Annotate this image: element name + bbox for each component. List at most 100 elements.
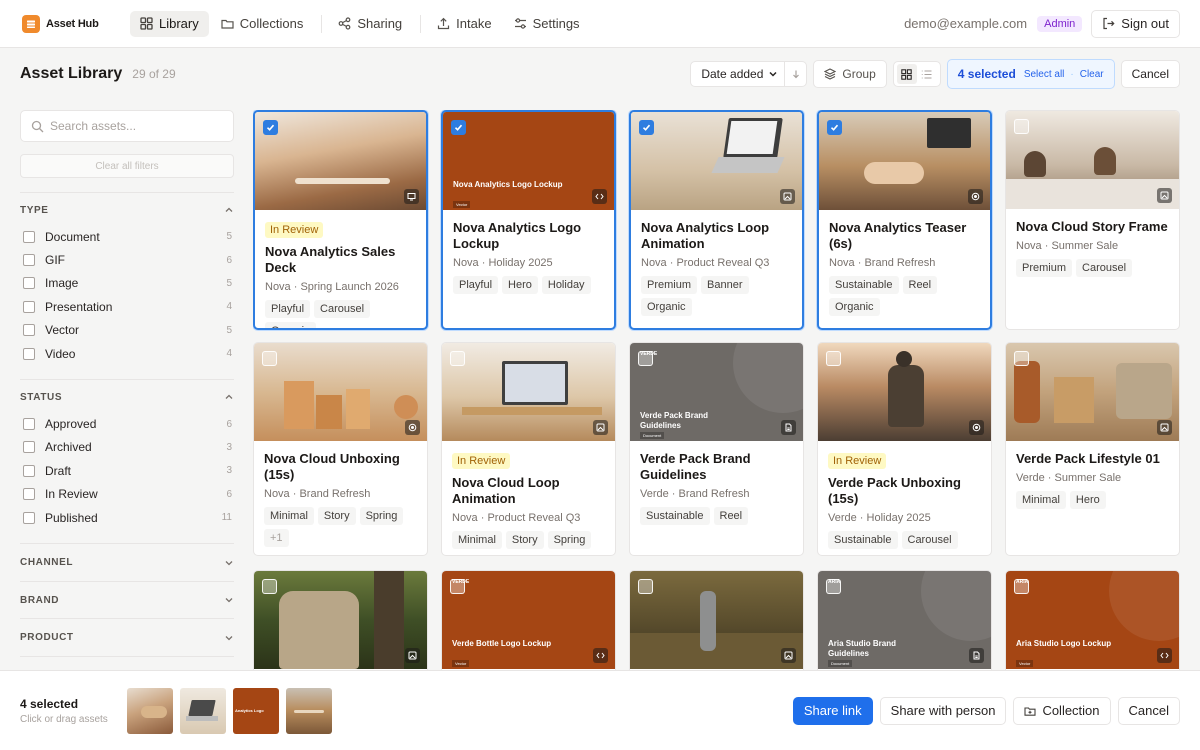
sort-select[interactable]: Date added bbox=[691, 67, 784, 81]
filter-option-in-review[interactable]: In Review 6 bbox=[20, 483, 234, 506]
nav-settings[interactable]: Settings bbox=[504, 11, 590, 37]
separator-dot: · bbox=[1070, 68, 1074, 80]
asset-card[interactable] bbox=[629, 570, 804, 670]
asset-meta: Verde · Holiday 2025 bbox=[828, 512, 931, 524]
filter-option-draft[interactable]: Draft 3 bbox=[20, 459, 234, 482]
select-checkbox[interactable] bbox=[638, 351, 653, 366]
tag: Organic bbox=[265, 322, 316, 328]
nav-intake[interactable]: Intake bbox=[427, 11, 501, 37]
asset-title: Nova Analytics Logo Lockup bbox=[453, 220, 582, 251]
app-logo[interactable]: Asset Hub bbox=[22, 14, 130, 33]
tray-thumbnail[interactable] bbox=[286, 687, 332, 734]
filter-section-header[interactable]: STATUS bbox=[20, 382, 234, 412]
filter-checkbox[interactable] bbox=[23, 254, 35, 267]
filter-option-archived[interactable]: Archived 3 bbox=[20, 436, 234, 459]
select-checkbox[interactable] bbox=[638, 579, 653, 594]
asset-card[interactable] bbox=[253, 570, 428, 670]
asset-card[interactable]: ANova Analytics Logo LockupVectorNova An… bbox=[441, 110, 616, 330]
select-checkbox[interactable] bbox=[262, 579, 277, 594]
selected-count: 4 selected bbox=[957, 67, 1016, 81]
asset-card[interactable]: VERDE Verde Bottle Logo Lockup Vector bbox=[441, 570, 616, 670]
nav-divider bbox=[321, 14, 323, 33]
list-view-button[interactable] bbox=[917, 64, 937, 84]
top-nav-bar: Asset Hub Library Collections Sharing In… bbox=[0, 0, 1200, 48]
asset-meta: Nova · Brand Refresh bbox=[264, 488, 371, 500]
select-checkbox[interactable] bbox=[826, 579, 841, 594]
filter-checkbox[interactable] bbox=[23, 418, 35, 431]
nav-collections[interactable]: Collections bbox=[211, 11, 314, 37]
filter-section-product[interactable]: PRODUCT bbox=[20, 618, 234, 656]
add-to-collection-button[interactable]: Collection bbox=[1013, 696, 1111, 725]
asset-card[interactable]: ARIA Aria Studio Brand Guidelines Document bbox=[817, 570, 992, 670]
asset-card[interactable]: VERDE Verde Pack Brand Guidelines Document… bbox=[629, 342, 804, 556]
cancel-selection-button[interactable]: Cancel bbox=[1120, 60, 1180, 88]
asset-card[interactable]: Nova Analytics Loop Animation Nova · Prod… bbox=[629, 110, 804, 330]
filter-option-approved[interactable]: Approved 6 bbox=[20, 412, 234, 435]
asset-card-body: Verde Pack Brand Guidelines Verde · Brand… bbox=[630, 441, 803, 533]
filter-option-presentation[interactable]: Presentation 4 bbox=[20, 295, 234, 318]
asset-card[interactable]: Nova Analytics Teaser (6s) Nova · Brand R… bbox=[817, 110, 992, 330]
tray-thumbnail[interactable] bbox=[180, 687, 226, 734]
select-checkbox[interactable] bbox=[827, 120, 842, 135]
filter-checkbox[interactable] bbox=[23, 464, 35, 477]
nav-divider bbox=[420, 14, 422, 33]
collection-label: Collection bbox=[1042, 703, 1100, 718]
select-checkbox[interactable] bbox=[1014, 119, 1029, 134]
sign-out-button[interactable]: Sign out bbox=[1091, 9, 1180, 38]
filter-checkbox[interactable] bbox=[23, 300, 35, 313]
select-checkbox[interactable] bbox=[1014, 351, 1029, 366]
filter-option-gif[interactable]: GIF 6 bbox=[20, 248, 234, 271]
tray-thumbnail[interactable] bbox=[127, 687, 173, 734]
sign-out-icon bbox=[1103, 17, 1115, 30]
select-checkbox[interactable] bbox=[451, 120, 466, 135]
tag: Story bbox=[505, 531, 544, 549]
select-all-link[interactable]: Select all bbox=[1024, 69, 1065, 80]
asset-card[interactable]: In Review Verde Pack Unboxing (15s) Verde … bbox=[817, 342, 992, 556]
app-name: Asset Hub bbox=[46, 17, 99, 30]
filter-option-label: Document bbox=[45, 229, 100, 244]
select-checkbox[interactable] bbox=[450, 579, 465, 594]
tray-cancel-button[interactable]: Cancel bbox=[1117, 696, 1180, 725]
search-input[interactable] bbox=[50, 119, 210, 133]
filter-checkbox[interactable] bbox=[23, 347, 35, 360]
asset-card[interactable]: Nova Cloud Unboxing (15s) Nova · Brand Re… bbox=[253, 342, 428, 556]
nav-sharing[interactable]: Sharing bbox=[328, 11, 412, 37]
filter-section-header[interactable]: TYPE bbox=[20, 195, 234, 225]
asset-card[interactable]: ARIA Aria Studio Logo Lockup Vector bbox=[1005, 570, 1180, 670]
filter-section-project[interactable]: PROJECT bbox=[20, 655, 234, 670]
filter-checkbox[interactable] bbox=[23, 230, 35, 243]
nav-library[interactable]: Library bbox=[130, 10, 209, 37]
asset-card[interactable]: Nova Cloud Story Frame Nova · Summer Sale… bbox=[1005, 110, 1180, 330]
select-checkbox[interactable] bbox=[1014, 579, 1029, 594]
filter-section-channel[interactable]: CHANNEL bbox=[20, 543, 234, 581]
filter-checkbox[interactable] bbox=[23, 277, 35, 290]
filter-section-brand[interactable]: BRAND bbox=[20, 580, 234, 619]
select-checkbox[interactable] bbox=[263, 120, 278, 135]
tray-thumbnail[interactable]: Analytics Logo bbox=[233, 687, 279, 734]
filter-checkbox[interactable] bbox=[23, 441, 35, 454]
filter-option-vector[interactable]: Vector 5 bbox=[20, 319, 234, 342]
clear-filters-button[interactable]: Clear all filters bbox=[20, 154, 234, 178]
filter-option-video[interactable]: Video 4 bbox=[20, 342, 234, 365]
filter-checkbox[interactable] bbox=[23, 511, 35, 524]
filter-option-image[interactable]: Image 5 bbox=[20, 272, 234, 295]
select-checkbox[interactable] bbox=[262, 351, 277, 366]
filter-checkbox[interactable] bbox=[23, 488, 35, 501]
filter-option-document[interactable]: Document 5 bbox=[20, 225, 234, 248]
asset-card[interactable]: In Review Nova Cloud Loop Animation Nova ·… bbox=[441, 342, 616, 556]
grid-view-button[interactable] bbox=[896, 64, 917, 84]
asset-card[interactable]: In Review Nova Analytics Sales Deck Nova ·… bbox=[253, 110, 428, 330]
slide-preview: VERDE Verde Bottle Logo Lockup Vector bbox=[442, 571, 615, 669]
select-checkbox[interactable] bbox=[450, 351, 465, 366]
share-with-person-button[interactable]: Share with person bbox=[879, 696, 1007, 725]
clear-selection-link[interactable]: Clear bbox=[1080, 69, 1104, 80]
filter-checkbox[interactable] bbox=[23, 324, 35, 337]
sort-direction-button[interactable] bbox=[784, 62, 806, 86]
filter-option-published[interactable]: Published 11 bbox=[20, 506, 234, 529]
group-button[interactable]: Group bbox=[813, 60, 887, 88]
filter-option-label: Approved bbox=[45, 417, 97, 432]
asset-card[interactable]: Verde Pack Lifestyle 01 Verde · Summer Sa… bbox=[1005, 342, 1180, 556]
share-link-button[interactable]: Share link bbox=[792, 696, 873, 725]
select-checkbox[interactable] bbox=[826, 351, 841, 366]
select-checkbox[interactable] bbox=[639, 120, 654, 135]
